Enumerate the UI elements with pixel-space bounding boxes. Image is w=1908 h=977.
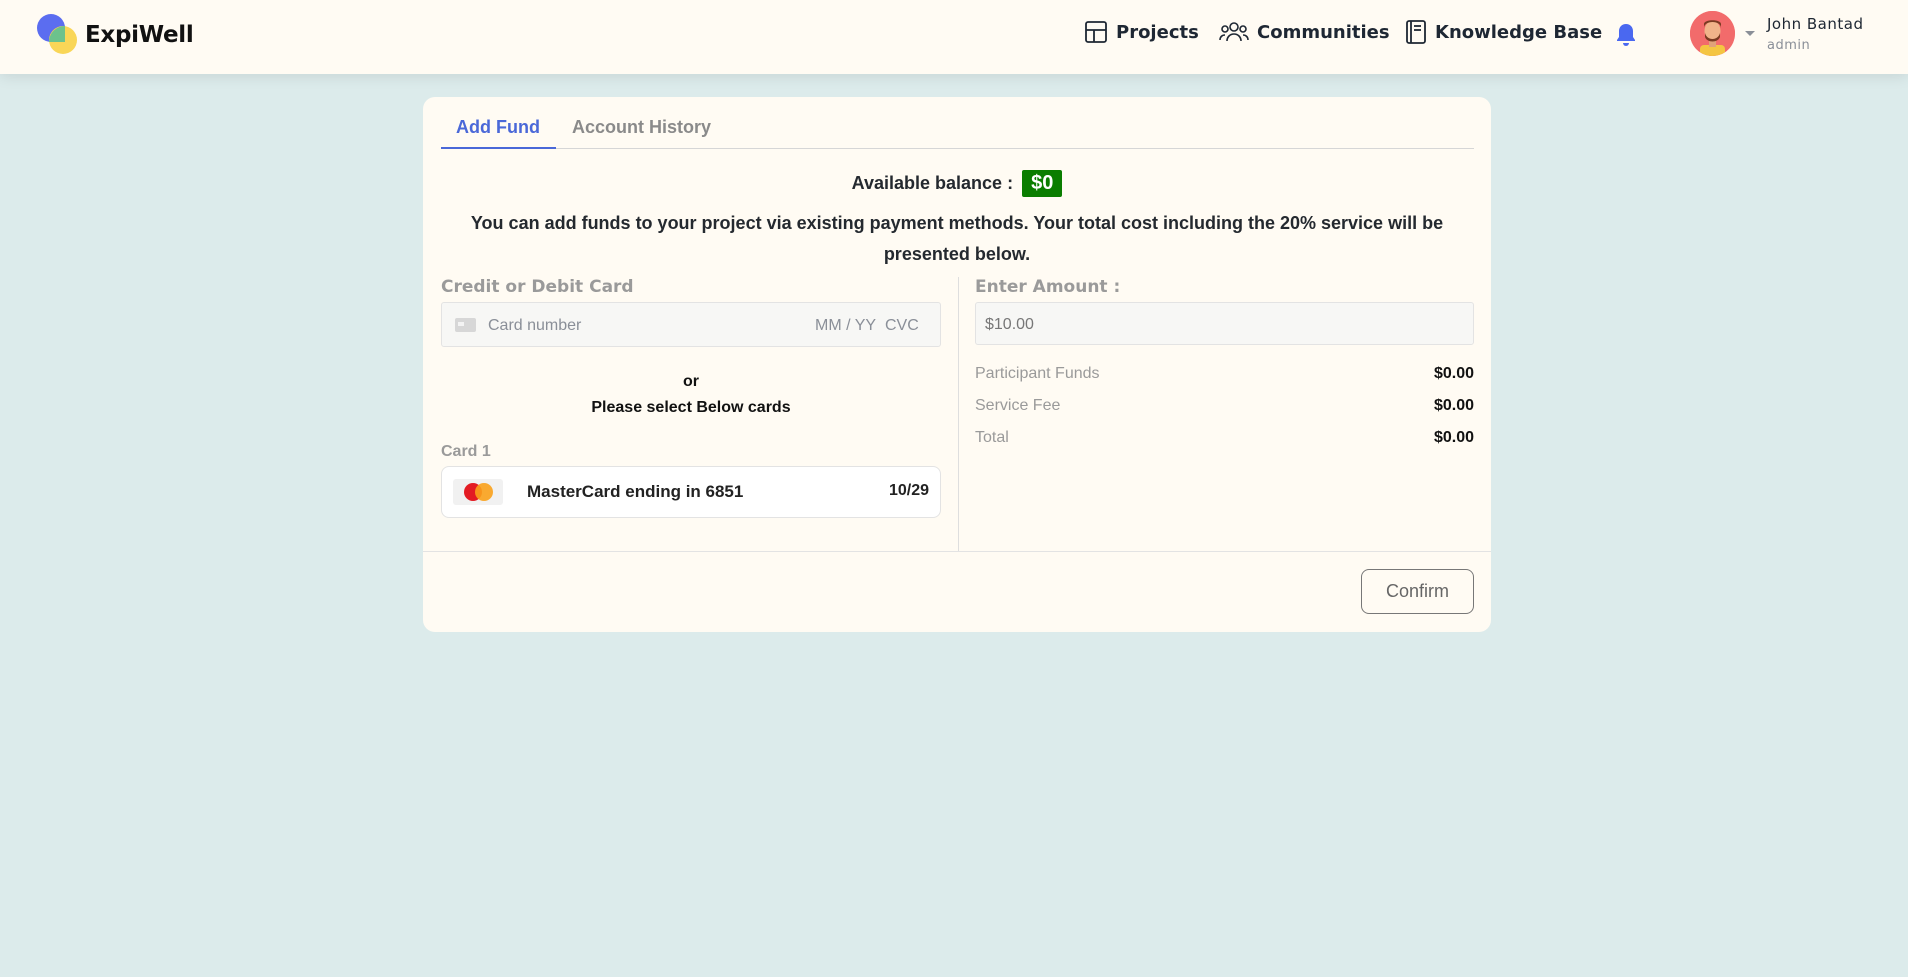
nav-knowledge-base[interactable]: Knowledge Base [1405, 20, 1602, 44]
summary-row-participant-funds: Participant Funds $0.00 [975, 358, 1474, 390]
cost-summary: Participant Funds $0.00 Service Fee $0.0… [975, 358, 1474, 454]
cvc-placeholder: CVC [885, 317, 919, 334]
nav-projects-label: Projects [1116, 21, 1199, 43]
grid-icon [1085, 21, 1107, 43]
select-card-text: Please select Below cards [591, 399, 791, 416]
logo-icon [37, 14, 79, 56]
balance-label: Available balance : [851, 173, 1014, 193]
summary-value: $0.00 [1433, 429, 1474, 446]
nav-projects[interactable]: Projects [1084, 20, 1199, 44]
summary-label: Participant Funds [975, 365, 1100, 382]
user-menu[interactable]: John Bantad admin [1690, 11, 1863, 56]
summary-label: Total [975, 429, 1009, 446]
summary-label: Service Fee [975, 397, 1061, 414]
mastercard-icon [453, 479, 503, 505]
active-tab-indicator [441, 147, 556, 149]
amount-column: Enter Amount : $10.00 Participant Funds … [975, 277, 1474, 454]
saved-card-expiry: 10/29 [888, 482, 929, 499]
available-balance: Available balance : $0 [423, 170, 1491, 197]
amount-placeholder: $10.00 [985, 316, 1034, 333]
logo[interactable]: ExpiWell [37, 14, 194, 56]
notifications-button[interactable] [1614, 22, 1638, 53]
card-number-placeholder: Card number [488, 317, 582, 334]
avatar [1690, 11, 1735, 56]
summary-row-total: Total $0.00 [975, 422, 1474, 454]
payment-method-column: Credit or Debit Card Card number MM / YY… [441, 277, 941, 518]
summary-value: $0.00 [1433, 365, 1474, 382]
nav-communities-label: Communities [1257, 21, 1390, 43]
footer-divider [423, 551, 1491, 552]
book-icon [1406, 20, 1426, 44]
chevron-down-icon [1745, 31, 1755, 36]
saved-card-label: Card 1 [441, 443, 491, 460]
logo-text: ExpiWell [85, 22, 194, 48]
card-number-field[interactable]: Card number MM / YY CVC [441, 302, 941, 347]
nav-communities[interactable]: Communities [1219, 20, 1390, 44]
tab-account-history[interactable]: Account History [572, 117, 711, 138]
summary-row-service-fee: Service Fee $0.00 [975, 390, 1474, 422]
bell-icon [1617, 24, 1635, 46]
tab-add-fund[interactable]: Add Fund [456, 117, 540, 138]
tabs: Add Fund Account History [441, 97, 1474, 149]
summary-value: $0.00 [1433, 397, 1474, 414]
top-navbar: ExpiWell Projects Communities Knowledge … [0, 0, 1908, 74]
expiry-placeholder: MM / YY [815, 317, 877, 334]
user-name: John Bantad [1767, 14, 1864, 33]
credit-card-icon [455, 318, 476, 332]
amount-input[interactable]: $10.00 [975, 302, 1474, 345]
add-fund-card: Add Fund Account History Available balan… [423, 97, 1491, 632]
balance-badge: $0 [1022, 170, 1063, 197]
or-separator: or [683, 373, 699, 390]
info-text: You can add funds to your project via ex… [470, 213, 1444, 264]
saved-card-name: MasterCard ending in 6851 [527, 482, 744, 501]
column-divider [958, 277, 959, 551]
amount-label: Enter Amount : [975, 277, 1121, 297]
confirm-button[interactable]: Confirm [1361, 569, 1474, 614]
nav-knowledge-base-label: Knowledge Base [1435, 21, 1603, 43]
users-icon [1219, 22, 1249, 42]
user-role: admin [1767, 37, 1811, 53]
saved-card-item[interactable]: MasterCard ending in 6851 10/29 [441, 466, 941, 518]
card-section-label: Credit or Debit Card [441, 277, 634, 297]
